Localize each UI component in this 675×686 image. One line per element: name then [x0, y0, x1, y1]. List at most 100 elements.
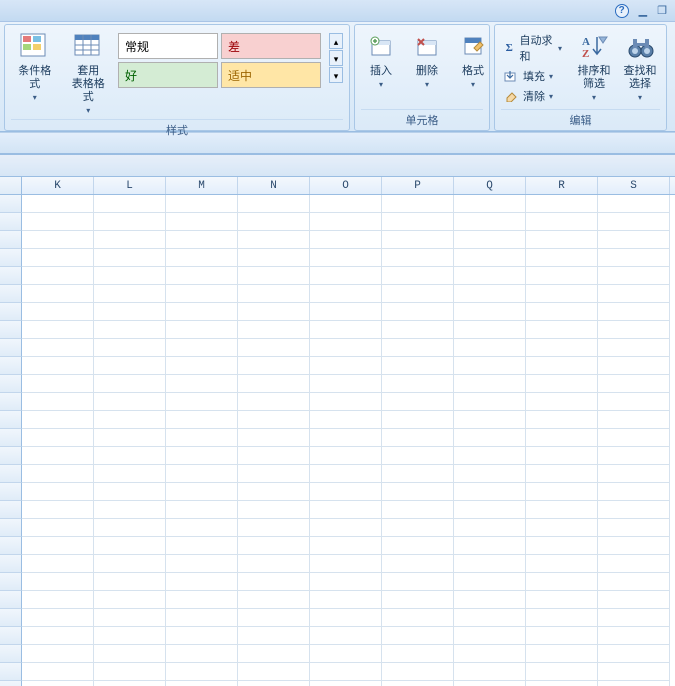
- cell[interactable]: [310, 249, 382, 267]
- cell[interactable]: [526, 393, 598, 411]
- cell[interactable]: [310, 213, 382, 231]
- cell[interactable]: [310, 357, 382, 375]
- cell[interactable]: [94, 357, 166, 375]
- cell[interactable]: [166, 285, 238, 303]
- cell[interactable]: [526, 627, 598, 645]
- cell[interactable]: [22, 393, 94, 411]
- cell[interactable]: [22, 465, 94, 483]
- cell[interactable]: [382, 267, 454, 285]
- cell[interactable]: [526, 195, 598, 213]
- restore-button[interactable]: ❐: [657, 4, 667, 17]
- cell[interactable]: [238, 555, 310, 573]
- cell[interactable]: [22, 627, 94, 645]
- cell[interactable]: [526, 429, 598, 447]
- cell[interactable]: [22, 555, 94, 573]
- row-header[interactable]: [0, 537, 22, 555]
- cell[interactable]: [454, 267, 526, 285]
- cell[interactable]: [382, 537, 454, 555]
- cell[interactable]: [598, 195, 670, 213]
- cell[interactable]: [382, 519, 454, 537]
- cell[interactable]: [22, 213, 94, 231]
- cell[interactable]: [382, 285, 454, 303]
- cell[interactable]: [22, 645, 94, 663]
- cell[interactable]: [382, 609, 454, 627]
- cell[interactable]: [166, 483, 238, 501]
- minimize-button[interactable]: ▁: [639, 4, 647, 17]
- cell[interactable]: [598, 645, 670, 663]
- cell-style-normal[interactable]: 常规: [118, 33, 218, 59]
- cell[interactable]: [310, 285, 382, 303]
- cell[interactable]: [94, 537, 166, 555]
- cell[interactable]: [94, 645, 166, 663]
- cell[interactable]: [454, 537, 526, 555]
- cell[interactable]: [94, 375, 166, 393]
- cell[interactable]: [382, 357, 454, 375]
- cell[interactable]: [598, 519, 670, 537]
- cell[interactable]: [22, 231, 94, 249]
- cell[interactable]: [382, 411, 454, 429]
- cell[interactable]: [526, 375, 598, 393]
- cell[interactable]: [238, 627, 310, 645]
- cell[interactable]: [454, 393, 526, 411]
- cell[interactable]: [22, 663, 94, 681]
- cell[interactable]: [310, 681, 382, 686]
- cell[interactable]: [22, 573, 94, 591]
- cell[interactable]: [22, 519, 94, 537]
- cell[interactable]: [382, 213, 454, 231]
- cell[interactable]: [94, 465, 166, 483]
- cell[interactable]: [454, 573, 526, 591]
- cell[interactable]: [166, 249, 238, 267]
- cell[interactable]: [310, 411, 382, 429]
- cell[interactable]: [310, 231, 382, 249]
- cell[interactable]: [238, 609, 310, 627]
- cell[interactable]: [454, 483, 526, 501]
- cell[interactable]: [454, 681, 526, 686]
- cell[interactable]: [310, 663, 382, 681]
- cell[interactable]: [598, 627, 670, 645]
- cell[interactable]: [166, 447, 238, 465]
- cell[interactable]: [382, 429, 454, 447]
- cell[interactable]: [382, 195, 454, 213]
- cell[interactable]: [166, 465, 238, 483]
- cell[interactable]: [166, 195, 238, 213]
- cell[interactable]: [166, 357, 238, 375]
- cell[interactable]: [382, 591, 454, 609]
- cell[interactable]: [166, 537, 238, 555]
- cell[interactable]: [598, 411, 670, 429]
- cell[interactable]: [166, 303, 238, 321]
- row-header[interactable]: [0, 285, 22, 303]
- cell[interactable]: [238, 285, 310, 303]
- cell[interactable]: [454, 555, 526, 573]
- insert-button[interactable]: 插入 ▾: [361, 29, 401, 91]
- cell[interactable]: [598, 609, 670, 627]
- cell[interactable]: [310, 555, 382, 573]
- cell[interactable]: [598, 465, 670, 483]
- cell[interactable]: [382, 501, 454, 519]
- cell[interactable]: [526, 267, 598, 285]
- cell[interactable]: [238, 537, 310, 555]
- cell[interactable]: [310, 627, 382, 645]
- cell[interactable]: [454, 501, 526, 519]
- cell[interactable]: [238, 501, 310, 519]
- cell[interactable]: [238, 645, 310, 663]
- cell[interactable]: [598, 591, 670, 609]
- cell[interactable]: [598, 249, 670, 267]
- cell[interactable]: [382, 483, 454, 501]
- cell[interactable]: [526, 357, 598, 375]
- cell[interactable]: [598, 555, 670, 573]
- row-header[interactable]: [0, 663, 22, 681]
- cell[interactable]: [166, 501, 238, 519]
- cell[interactable]: [94, 663, 166, 681]
- cell[interactable]: [526, 519, 598, 537]
- cell[interactable]: [526, 573, 598, 591]
- cell[interactable]: [454, 627, 526, 645]
- cell[interactable]: [454, 465, 526, 483]
- cell[interactable]: [454, 357, 526, 375]
- row-header[interactable]: [0, 213, 22, 231]
- cell[interactable]: [238, 339, 310, 357]
- cell[interactable]: [22, 591, 94, 609]
- cell[interactable]: [238, 429, 310, 447]
- column-header[interactable]: S: [598, 177, 670, 194]
- cell[interactable]: [598, 285, 670, 303]
- column-header[interactable]: L: [94, 177, 166, 194]
